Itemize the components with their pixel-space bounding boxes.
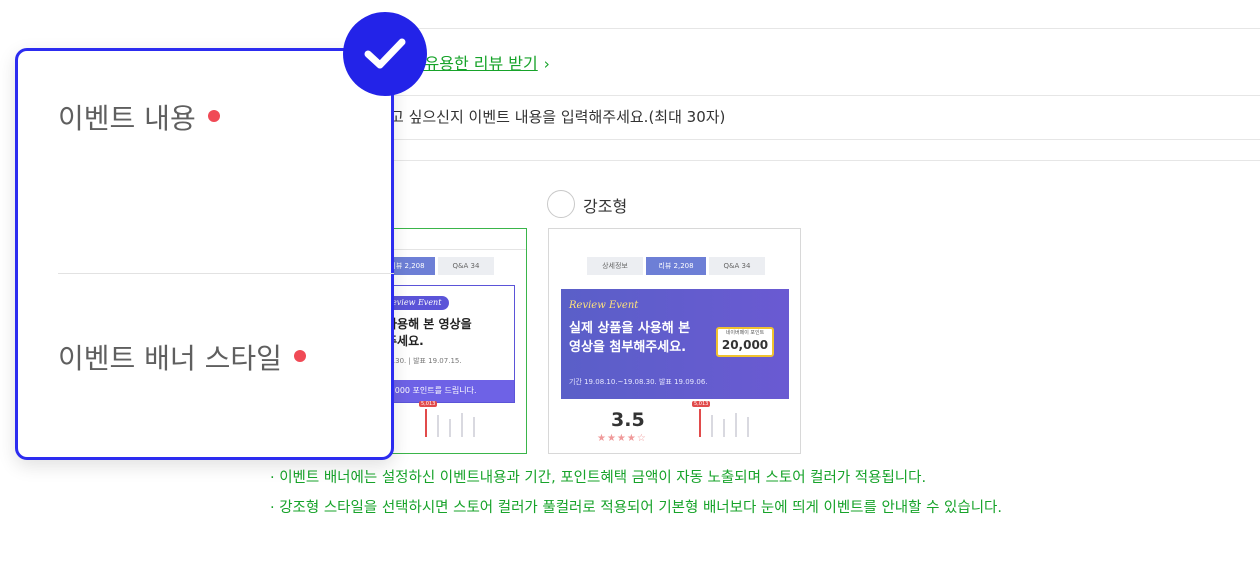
- chevron-right-icon: ›: [543, 55, 550, 73]
- preview-tab: Q&A 34: [438, 257, 494, 275]
- note-line: · 이벤트 배너에는 설정하신 이벤트내용과 기간, 포인트혜택 금액이 자동 …: [270, 470, 927, 486]
- point-card: 네이버페이 포인트 20,000: [716, 327, 774, 357]
- preview-bar: [747, 417, 749, 437]
- required-dot-icon: [207, 110, 220, 122]
- note-line: · 강조형 스타일을 선택하시면 스토어 컬러가 풀컬러로 적용되어 기본형 배…: [270, 500, 1003, 516]
- required-dot-icon: [293, 350, 306, 362]
- banner-notes: · 이벤트 배너에는 설정하신 이벤트내용과 기간, 포인트혜택 금액이 자동 …: [270, 463, 1002, 523]
- label-text: 이벤트 내용: [58, 102, 196, 135]
- preview-banner: Review Event 실제 상품을 사용해 본 영상을 첨부해주세요. 네이…: [561, 289, 789, 399]
- preview-bar: [735, 413, 737, 437]
- preview-date: 기간 19.08.10.~19.08.30. 발표 19.09.06.: [569, 378, 708, 386]
- check-icon: [343, 12, 427, 96]
- preview-bar: [711, 415, 713, 437]
- preview-badge: 5,013: [419, 401, 438, 407]
- style-radio-emphasis[interactable]: [547, 190, 575, 218]
- preview-date: 06.30. | 발표 19.07.15.: [384, 357, 462, 365]
- banner-preview-emphasis[interactable]: 상세정보 리뷰 2,208 Q&A 34 Review Event 실제 상품을…: [548, 228, 801, 454]
- preview-tab: Q&A 34: [709, 257, 765, 275]
- preview-title-line: 영상을 첨부해주세요.: [569, 340, 687, 355]
- review-event-pill: Review Event: [569, 300, 639, 311]
- preview-rating: 3.5: [611, 409, 645, 431]
- divider: [390, 28, 1260, 29]
- star-rating-icon: ★★★★☆: [597, 433, 647, 444]
- preview-bar: [723, 419, 725, 437]
- preview-title-line: 실제 상품을 사용해 본: [569, 321, 691, 336]
- preview-badge: 5,013: [692, 401, 711, 407]
- divider: [390, 95, 1260, 96]
- preview-bar: [449, 419, 451, 437]
- page: ─ ─ ─ ─ ─ ─ ─ ─ ─ ─ ─ ─ ─ ─ ─ ─ ─ ─ ─ ─ …: [0, 0, 1260, 562]
- preview-bar-chart: [425, 409, 475, 437]
- preview-tabs: 상세정보 리뷰 2,208 Q&A 34: [587, 257, 765, 275]
- preview-bar: [425, 409, 427, 437]
- preview-bar: [699, 409, 701, 437]
- preview-bar: [437, 415, 439, 437]
- event-content-input[interactable]: 고 싶으신지 이벤트 내용을 입력해주세요.(최대 30자): [390, 106, 725, 127]
- preview-title: 사용해 본 영상을 주세요.: [386, 316, 472, 350]
- label-text: 이벤트 배너 스타일: [58, 342, 282, 375]
- divider: [390, 160, 1260, 161]
- style-radio-label[interactable]: 강조형: [583, 193, 627, 217]
- divider: [390, 139, 1260, 140]
- preview-bar-chart: [699, 409, 749, 437]
- preview-tabs: 리뷰 2,208 Q&A 34: [379, 257, 494, 275]
- zoom-callout: 이벤트 내용 이벤트 배너 스타일: [15, 48, 394, 460]
- label-banner-style: 이벤트 배너 스타일: [58, 337, 306, 377]
- label-event-content: 이벤트 내용: [58, 97, 220, 137]
- preview-title: 실제 상품을 사용해 본 영상을 첨부해주세요.: [569, 319, 690, 357]
- point-value: 20,000: [721, 338, 769, 352]
- preview-title-line: 사용해 본 영상을: [386, 317, 472, 331]
- preview-tab: 상세정보: [587, 257, 643, 275]
- preview-tab: 리뷰 2,208: [646, 257, 706, 275]
- preview-bar: [473, 417, 475, 437]
- preview-bar: [461, 413, 463, 437]
- preview-title-line: 주세요.: [386, 334, 424, 348]
- top-cut-notice: ─ ─ ─ ─ ─ ─ ─ ─ ─ ─ ─ ─ ─ ─ ─ ─ ─ ─ ─ ─ …: [270, 0, 613, 7]
- point-label: 네이버페이 포인트: [725, 330, 765, 336]
- overlay-divider: [58, 273, 394, 274]
